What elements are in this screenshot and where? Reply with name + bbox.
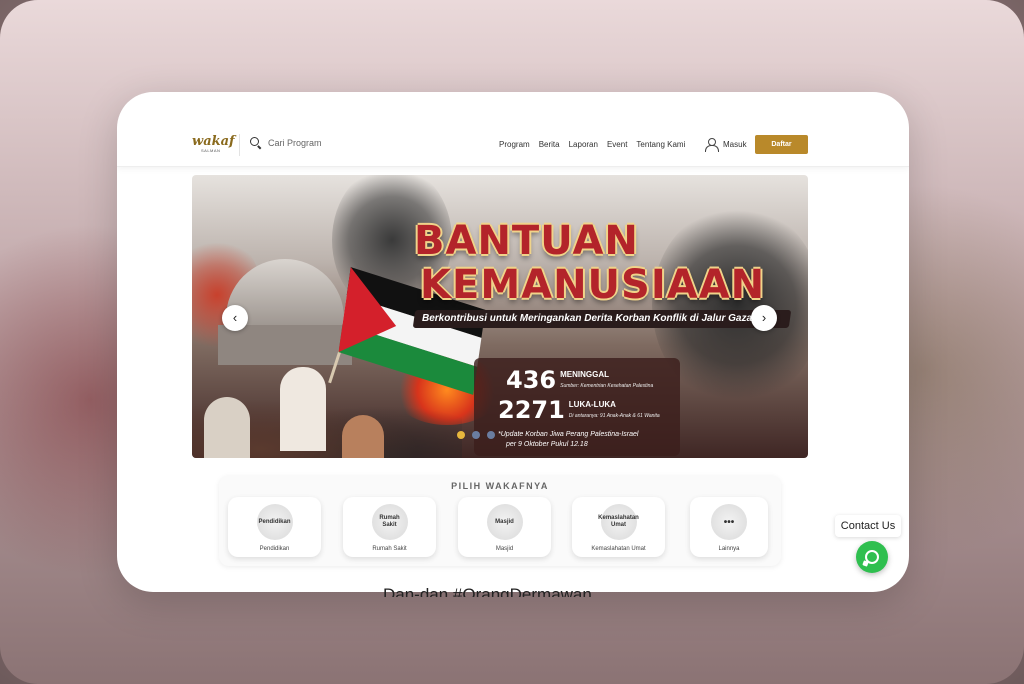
menu-item-tentang-kami[interactable]: Tentang Kami bbox=[636, 140, 685, 149]
chevron-left-icon[interactable]: ‹ bbox=[222, 305, 248, 331]
section-heading-cutoff: Dan-dan #OrangDermawan bbox=[383, 585, 592, 604]
menu-item-laporan[interactable]: Laporan bbox=[569, 140, 598, 149]
login-link[interactable]: Masuk bbox=[705, 138, 747, 152]
hero-banner[interactable]: BANTUAN KEMANUSIAAN Berkontribusi untuk … bbox=[192, 175, 808, 458]
update-note: *Update Korban Jiwa Perang Palestina-Isr… bbox=[498, 431, 639, 448]
category-pendidikan[interactable]: Pendidikan Pendidikan bbox=[228, 497, 321, 557]
background-frame: wakaf SALMAN Program Berita Laporan Even… bbox=[0, 0, 1024, 684]
navbar: wakaf SALMAN Program Berita Laporan Even… bbox=[117, 92, 909, 167]
menu-item-program[interactable]: Program bbox=[499, 140, 530, 149]
person-image bbox=[342, 415, 384, 458]
whatsapp-button[interactable] bbox=[856, 541, 888, 573]
banner-subtitle: Berkontribusi untuk Meringankan Derita K… bbox=[422, 313, 753, 324]
divider bbox=[239, 134, 240, 156]
category-title: PILIH WAKAFNYA bbox=[451, 481, 549, 491]
category-icon: Rumah Sakit bbox=[371, 504, 408, 540]
search-bar bbox=[250, 137, 358, 149]
carousel-dot[interactable] bbox=[487, 431, 495, 439]
person-image bbox=[280, 367, 326, 451]
menu-item-berita[interactable]: Berita bbox=[539, 140, 560, 149]
carousel-dot[interactable] bbox=[472, 431, 480, 439]
category-masjid[interactable]: Masjid Masjid bbox=[458, 497, 551, 557]
category-kemaslahatan-umat[interactable]: Kemaslahatan Umat Kemaslahatan Umat bbox=[572, 497, 665, 557]
logo[interactable]: wakaf SALMAN bbox=[192, 135, 235, 156]
website-preview-card: wakaf SALMAN Program Berita Laporan Even… bbox=[117, 92, 909, 592]
person-image bbox=[204, 397, 250, 458]
whatsapp-icon bbox=[865, 550, 879, 564]
user-icon bbox=[705, 138, 719, 152]
contact-us-label[interactable]: Contact Us bbox=[835, 515, 901, 537]
banner-title: KEMANUSIAAN bbox=[420, 262, 766, 308]
main-menu: Program Berita Laporan Event Tentang Kam… bbox=[499, 140, 685, 149]
category-lainnya[interactable]: ••• Lainnya bbox=[690, 497, 768, 557]
search-input[interactable] bbox=[268, 138, 358, 148]
carousel-dot[interactable] bbox=[457, 431, 465, 439]
carousel-dots bbox=[457, 431, 495, 439]
stat-injured: 2271 LUKA-LUKA Di antaranya: 91 Anak-Ana… bbox=[498, 396, 660, 424]
register-button[interactable]: Daftar bbox=[755, 135, 808, 154]
search-icon[interactable] bbox=[250, 137, 262, 149]
stat-killed: 436 MENINGGAL Sumber: Kementrian Kesehat… bbox=[506, 366, 654, 394]
category-panel: PILIH WAKAFNYA Pendidikan Pendidikan Rum… bbox=[219, 476, 781, 566]
more-icon: ••• bbox=[711, 504, 747, 540]
category-rumah-sakit[interactable]: Rumah Sakit Rumah Sakit bbox=[343, 497, 436, 557]
category-icon: Masjid bbox=[486, 504, 523, 540]
category-icon: Kemaslahatan Umat bbox=[598, 504, 639, 540]
login-label: Masuk bbox=[723, 139, 747, 149]
banner-title: BANTUAN bbox=[414, 218, 639, 264]
category-icon: Pendidikan bbox=[256, 504, 293, 540]
chevron-right-icon[interactable]: › bbox=[751, 305, 777, 331]
menu-item-event[interactable]: Event bbox=[607, 140, 627, 149]
